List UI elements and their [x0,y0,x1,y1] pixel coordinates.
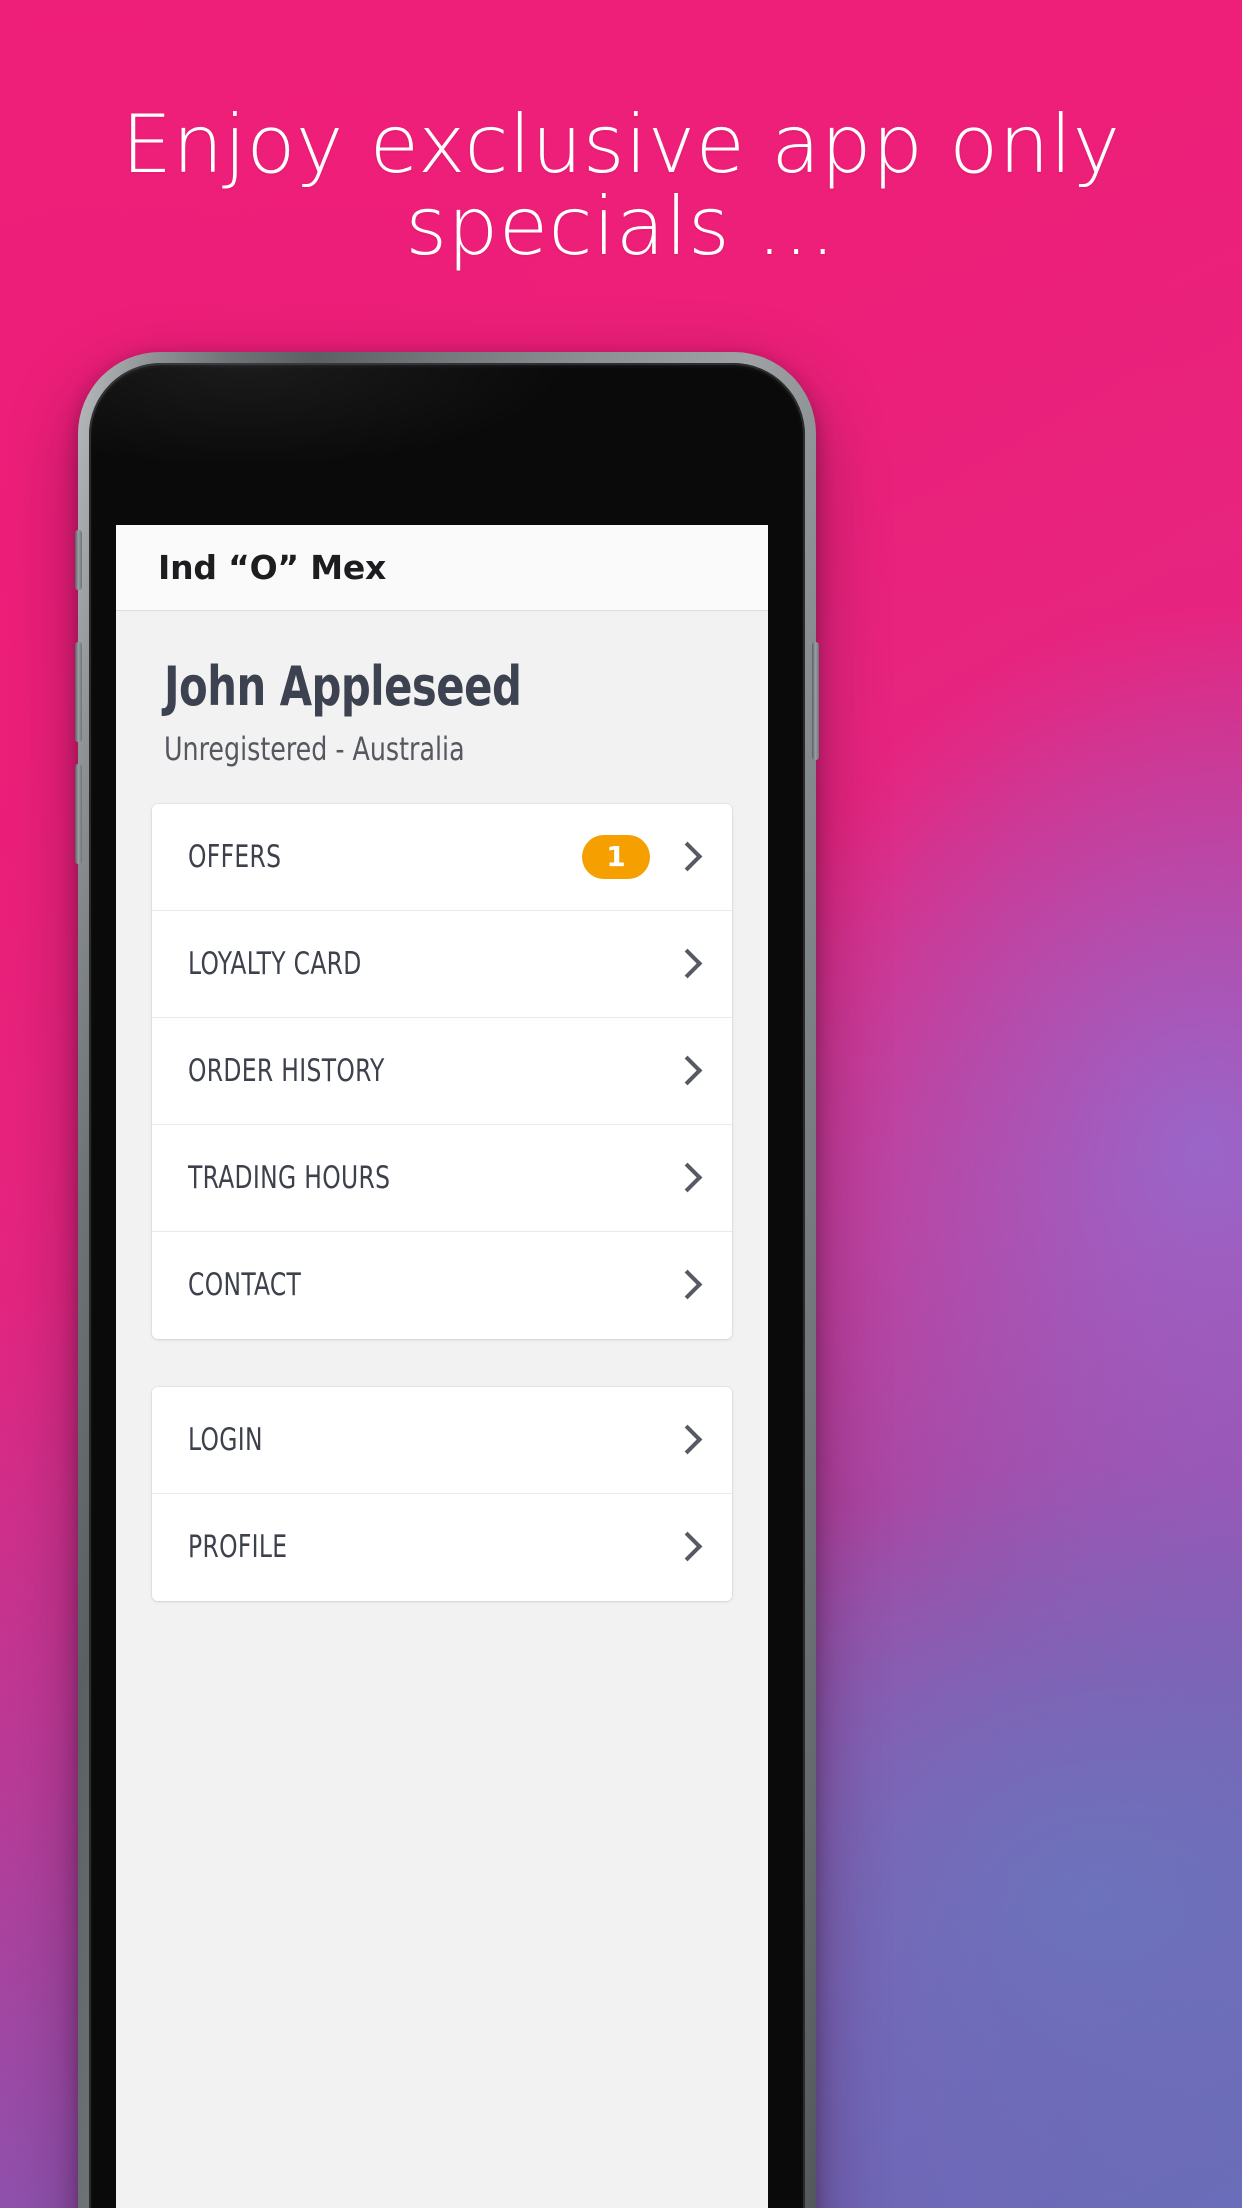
menu-row-offers[interactable]: OFFERS 1 [152,803,732,911]
menu-row-label: CONTACT [188,1267,302,1304]
menu-row-loyalty-card[interactable]: LOYALTY CARD [152,910,732,1018]
chevron-right-icon [676,946,698,982]
menu-row-label: TRADING HOURS [188,1159,391,1196]
promo-headline-line1: Enjoy exclusive app only [121,98,1121,191]
app-screen: Ind “O” Mex John Appleseed Unregistered … [116,525,768,2208]
volume-down-button[interactable] [75,764,82,864]
chevron-right-icon [676,1529,698,1565]
menu-card-primary: OFFERS 1 LOYALTY CARD ORDER HISTORY TRAD… [152,803,732,1339]
chevron-right-icon [676,1267,698,1303]
promo-headline-line2: specials … [405,180,837,274]
silent-switch-button[interactable] [75,530,82,590]
profile-status: Unregistered - Australia [164,729,465,768]
app-title: Ind “O” Mex [158,548,387,587]
menu-row-trading-hours[interactable]: TRADING HOURS [152,1124,732,1232]
menu-row-label: PROFILE [188,1529,288,1566]
chevron-right-icon [676,1422,698,1458]
menu-row-contact[interactable]: CONTACT [152,1231,732,1339]
power-button[interactable] [812,642,819,760]
menu-row-label: OFFERS [188,838,282,875]
menu-row-label: ORDER HISTORY [188,1052,385,1089]
menu-row-label: LOYALTY CARD [188,945,362,982]
menu-card-account: LOGIN PROFILE [152,1386,732,1601]
chevron-right-icon [676,1160,698,1196]
menu-row-order-history[interactable]: ORDER HISTORY [152,1017,732,1125]
chevron-right-icon [676,1053,698,1089]
offers-count-badge: 1 [582,834,650,879]
app-header: Ind “O” Mex [116,525,768,611]
promo-headline: Enjoy exclusive app only specials … [0,103,1242,274]
profile-name: John Appleseed [164,655,522,718]
profile-section: John Appleseed Unregistered - Australia [116,611,768,804]
volume-up-button[interactable] [75,642,82,742]
menu-row-label: LOGIN [188,1421,263,1458]
chevron-right-icon [676,839,698,875]
menu-row-login[interactable]: LOGIN [152,1386,732,1494]
menu-row-profile[interactable]: PROFILE [152,1493,732,1601]
